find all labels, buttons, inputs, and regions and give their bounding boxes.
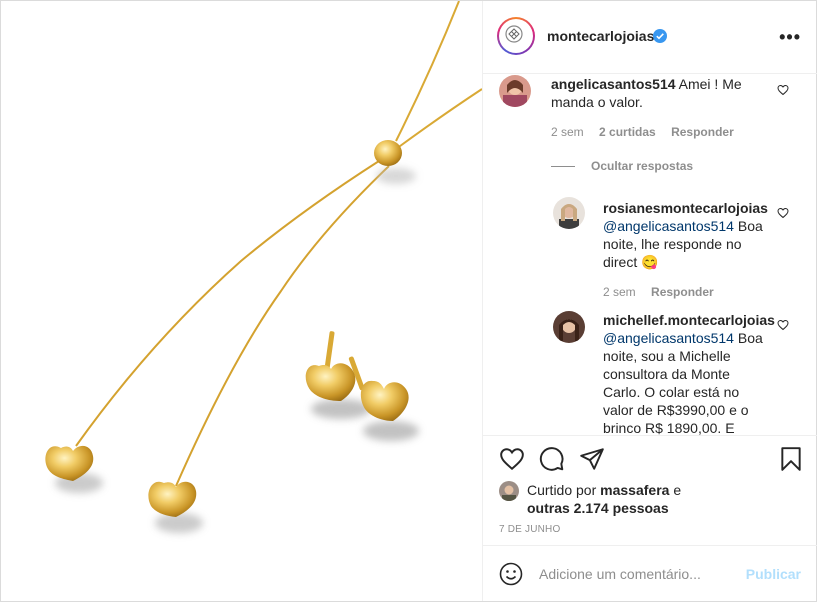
comment-username[interactable]: angelicasantos514 (551, 76, 676, 92)
publish-button[interactable]: Publicar (746, 566, 801, 582)
comment-meta: 2 sem 2 curtidas Responder (551, 125, 791, 139)
replier-avatar[interactable] (553, 197, 585, 229)
reply-text: michellef.montecarlojoias @angelicasanto… (603, 311, 775, 435)
post-actions: Curtido por massafera e outras 2.174 pes… (483, 435, 817, 546)
reply-mention[interactable]: @angelicasantos514 (603, 330, 734, 346)
liked-others[interactable]: outras 2.174 pessoas (527, 500, 669, 516)
reply-body-line: consultora da Monte (603, 366, 730, 382)
like-icon[interactable] (499, 446, 525, 472)
reply-body-line: brinco R$ 1890,00. E (603, 420, 735, 435)
liked-conj: e (673, 482, 682, 498)
emoji-icon[interactable] (499, 562, 523, 586)
comment-icon[interactable] (539, 446, 565, 472)
hide-replies-label: Ocultar respostas (591, 159, 694, 173)
like-reply-icon[interactable] (777, 207, 789, 219)
reply-body-line: noite, lhe responde no (603, 236, 742, 252)
liked-prefix: Curtido por (527, 482, 597, 498)
more-options-button[interactable]: ••• (779, 27, 801, 48)
brand-logo-icon (505, 25, 523, 43)
like-comment-icon[interactable] (777, 84, 789, 96)
comment-input[interactable]: Adicione um comentário... (539, 566, 701, 582)
save-icon[interactable] (778, 446, 804, 472)
replier-avatar[interactable] (553, 311, 585, 343)
reply-meta: 2 sem Responder (603, 285, 783, 299)
comments-list[interactable]: angelicasantos514 Amei ! Me manda o valo… (483, 73, 817, 435)
reply-body-line: noite, sou a Michelle (603, 348, 731, 364)
reply-mention[interactable]: @angelicasantos514 (603, 218, 734, 234)
comment-time: 2 sem (551, 125, 584, 139)
share-icon[interactable] (579, 446, 605, 472)
liker-avatar[interactable] (499, 481, 519, 501)
like-reply-icon[interactable] (777, 319, 789, 331)
commenter-avatar[interactable] (499, 75, 531, 107)
post-username[interactable]: montecarlojoias (547, 28, 654, 44)
reply-username[interactable]: michellef.montecarlojoias (603, 311, 775, 329)
add-comment-bar: Adicione um comentário... Publicar (483, 545, 817, 602)
reply-body-line: direct 😋 (603, 254, 659, 270)
post-header: montecarlojoias ••• (483, 1, 817, 74)
reply-button[interactable]: Responder (651, 285, 714, 299)
post-date: 7 DE JUNHO (499, 524, 561, 535)
hide-replies-button[interactable]: Ocultar respostas (551, 159, 693, 173)
comment-likes[interactable]: 2 curtidas (599, 125, 656, 139)
reply-button[interactable]: Responder (671, 125, 734, 139)
reply-body-line: Boa (737, 218, 763, 234)
necklace-earrings-photo (45, 1, 482, 533)
post-image[interactable] (1, 1, 482, 601)
post-dialog: montecarlojoias ••• angelicasantos514 Am… (0, 0, 817, 602)
post-sidebar: montecarlojoias ••• angelicasantos514 Am… (482, 1, 817, 601)
profile-avatar[interactable] (497, 17, 535, 55)
verified-badge-icon (653, 29, 667, 43)
reply-time: 2 sem (603, 285, 636, 299)
reply-body-line: Carlo. O colar está no (603, 384, 740, 400)
reply-body-line: Boa (737, 330, 763, 346)
liked-user[interactable]: massafera (600, 482, 669, 498)
liked-by-text: Curtido por massafera e outras 2.174 pes… (527, 481, 727, 517)
comment-text: angelicasantos514 Amei ! Me manda o valo… (551, 75, 781, 111)
reply-username[interactable]: rosianesmontecarlojoias (603, 199, 768, 217)
reply-body-line: valor de R$3990,00 e o (603, 402, 749, 418)
divider-line (551, 166, 575, 168)
reply-text: rosianesmontecarlojoias @angelicasantos5… (603, 199, 768, 271)
